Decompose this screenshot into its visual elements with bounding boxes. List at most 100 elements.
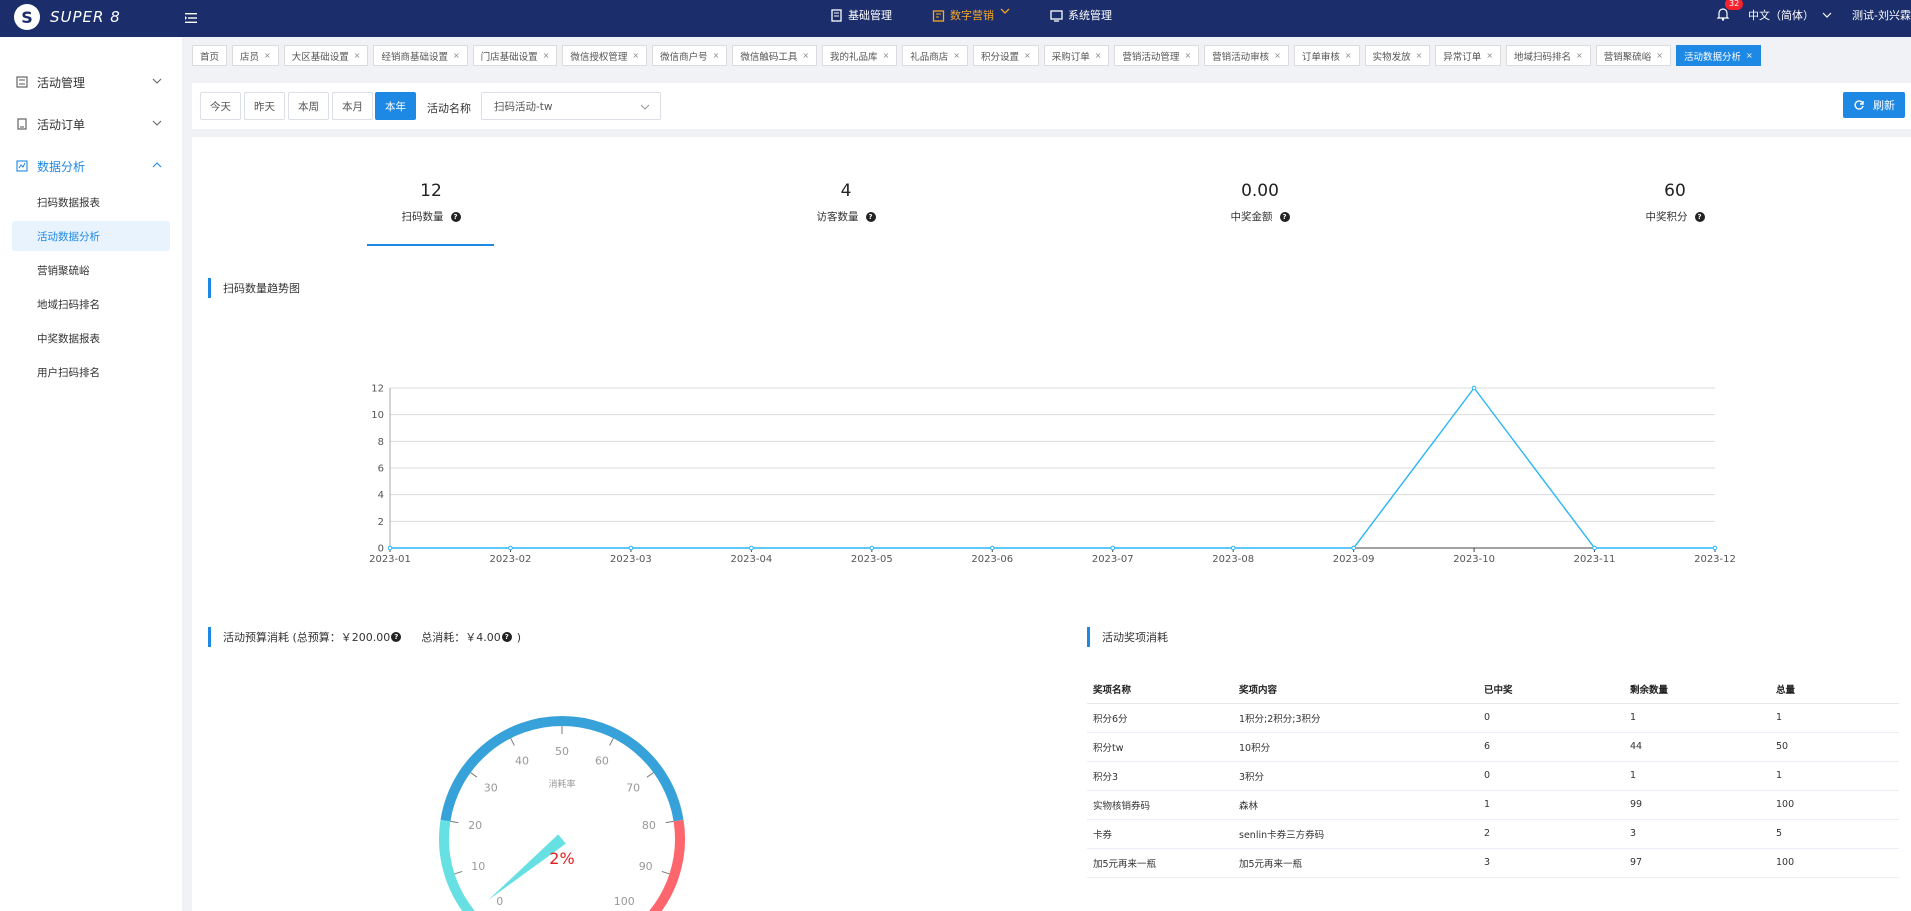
topnav-basic[interactable]: 基础管理 [810,0,912,30]
table-row: 积分3 3积分 0 1 1 [1087,761,1899,791]
table-cell: 0 [1478,703,1624,733]
tab-item[interactable]: 订单审核 × [1293,45,1360,66]
close-icon[interactable]: × [713,51,720,60]
table-cell: 1 [1770,703,1899,733]
tab-item[interactable]: 我的礼品库 × [822,45,898,66]
tab-item[interactable]: 大区基础设置 × [283,45,369,66]
budget-title: 活动预算消耗 (总预算：￥200.00 ? 总消耗：￥4.00 ? ) [208,627,521,647]
close-icon[interactable]: × [1095,51,1102,60]
help-icon[interactable]: ? [501,632,512,642]
tab-item[interactable]: 实物发放 × [1364,45,1431,66]
refresh-button[interactable]: 刷新 [1843,92,1905,118]
tab-item[interactable]: 首页 [192,45,228,66]
chevron-up-icon [152,162,162,168]
tab-item[interactable]: 营销活动审核 × [1204,45,1289,66]
tab-item[interactable]: 采购订单 × [1043,45,1110,66]
tab-label: 异常订单 [1443,51,1482,63]
tab-item[interactable]: 地域扫码排名 × [1506,45,1591,66]
tab-label: 门店基础设置 [480,51,538,63]
notification-badge: 32 [1725,0,1744,10]
tab-item[interactable]: 积分设置 × [972,45,1039,66]
close-icon[interactable]: × [1274,51,1281,60]
sidebar-item-winning-report[interactable]: 中奖数据报表 [12,323,170,353]
close-icon[interactable]: × [1345,51,1352,60]
tab-item[interactable]: 微信商户号 × [652,45,728,66]
gauge-tick-label: 80 [642,819,656,832]
close-icon[interactable]: × [632,51,639,60]
sidebar-group-label: 活动订单 [37,117,86,132]
tab-item[interactable]: 微信触码工具 × [732,45,818,66]
sidebar-item-marketing[interactable]: 营销聚硫峪 [12,255,170,285]
table-header-cell: 奖项名称 [1087,675,1233,704]
sidebar-item-activity-analysis[interactable]: 活动数据分析 [12,221,170,251]
close-icon[interactable]: × [453,51,460,60]
tab-item[interactable]: 异常订单 × [1435,45,1502,66]
tab-item[interactable]: 活动数据分析 × [1675,45,1761,66]
budget-close-paren: ) [516,630,522,644]
tab-item[interactable]: 经销商基础设置 × [373,45,468,66]
filter-yesterday-button[interactable]: 昨天 [244,92,285,120]
tab-bar: 首页 店员 × 大区基础设置 × 经销商基础设置 × 门店基础设置 × 微信授权管理 × 微信商户号 ×… [192,45,1911,69]
close-icon[interactable]: × [354,51,361,60]
close-icon[interactable]: × [802,51,809,60]
prize-table: 奖项名称 奖项内容 已中奖 剩余数量 总量 积分6分 1积分;2积分;3积分 0 1 1 积分tw… [1087,675,1899,878]
x-tick-label: 2023-08 [1212,554,1254,565]
close-icon[interactable]: × [1746,51,1753,60]
close-icon[interactable]: × [1416,51,1423,60]
filter-this-week-button[interactable]: 本周 [288,92,329,120]
close-icon[interactable]: × [1024,51,1031,60]
close-icon[interactable]: × [264,51,271,60]
x-tick-label: 2023-07 [1092,554,1134,565]
gauge-arc [440,716,684,822]
gauge-tick-label: 60 [595,755,609,768]
table-header-row: 奖项名称 奖项内容 已中奖 剩余数量 总量 [1087,675,1899,704]
tab-item[interactable]: 店员 × [232,45,279,66]
close-icon[interactable]: × [1576,51,1583,60]
x-tick-label: 2023-11 [1574,554,1616,565]
help-icon[interactable]: ? [391,632,402,642]
gauge-tick [470,772,478,778]
activity-select[interactable]: 扫码活动-tw [481,92,661,120]
close-icon[interactable]: × [953,51,960,60]
sidebar-item-scan-report[interactable]: 扫码数据报表 [12,187,170,217]
tab-item[interactable]: 礼品商店 × [902,45,968,66]
sidebar-group-data-analysis[interactable]: 数据分析 [0,145,182,187]
sidebar-item-user-rank[interactable]: 用户扫码排名 [12,357,170,387]
tab-label: 大区基础设置 [291,51,349,63]
x-tick-label: 2023-05 [851,554,893,565]
sidebar-group-activity-management[interactable]: 活动管理 [0,61,182,103]
notification-bell[interactable]: 32 [1716,0,1744,23]
marketing-icon [932,9,945,22]
close-icon[interactable]: × [1184,51,1191,60]
x-tick-label: 2023-04 [730,554,772,565]
user-name[interactable]: 测试-刘兴霖 [1852,7,1911,23]
data-point [1712,545,1718,551]
y-tick-label: 2 [378,517,384,528]
tab-item[interactable]: 营销聚硫峪 × [1595,45,1671,66]
language-selector[interactable]: 中文（简体） [1748,7,1832,23]
sidebar-item-region-rank[interactable]: 地域扫码排名 [12,289,170,319]
filter-today-button[interactable]: 今天 [200,92,241,120]
filter-this-month-button[interactable]: 本月 [332,92,373,120]
tab-item[interactable]: 门店基础设置 × [472,45,558,66]
tab-item[interactable]: 微信授权管理 × [562,45,648,66]
topnav-digital-marketing[interactable]: 数字营销 [912,0,1030,30]
data-point [508,545,513,551]
tab-label: 首页 [200,51,220,63]
sidebar-group-label: 活动管理 [37,75,86,90]
tab-item[interactable]: 营销活动管理 × [1114,45,1200,66]
close-icon[interactable]: × [543,51,550,60]
table-cell: 积分6分 [1087,703,1233,733]
menu-toggle-icon[interactable] [184,10,200,26]
close-icon[interactable]: × [883,51,890,60]
logo[interactable]: S SUPER 8 [14,4,121,30]
topnav-system[interactable]: 系统管理 [1030,0,1132,30]
topnav-basic-label: 基础管理 [848,9,892,22]
close-icon[interactable]: × [1486,51,1493,60]
logo-text: SUPER 8 [50,8,121,26]
close-icon[interactable]: × [1656,51,1663,60]
sidebar-group-activity-orders[interactable]: 活动订单 [0,103,182,145]
filter-this-year-button[interactable]: 本年 [375,92,416,120]
gauge-tick-label: 70 [626,781,640,794]
y-tick-label: 12 [371,384,384,395]
